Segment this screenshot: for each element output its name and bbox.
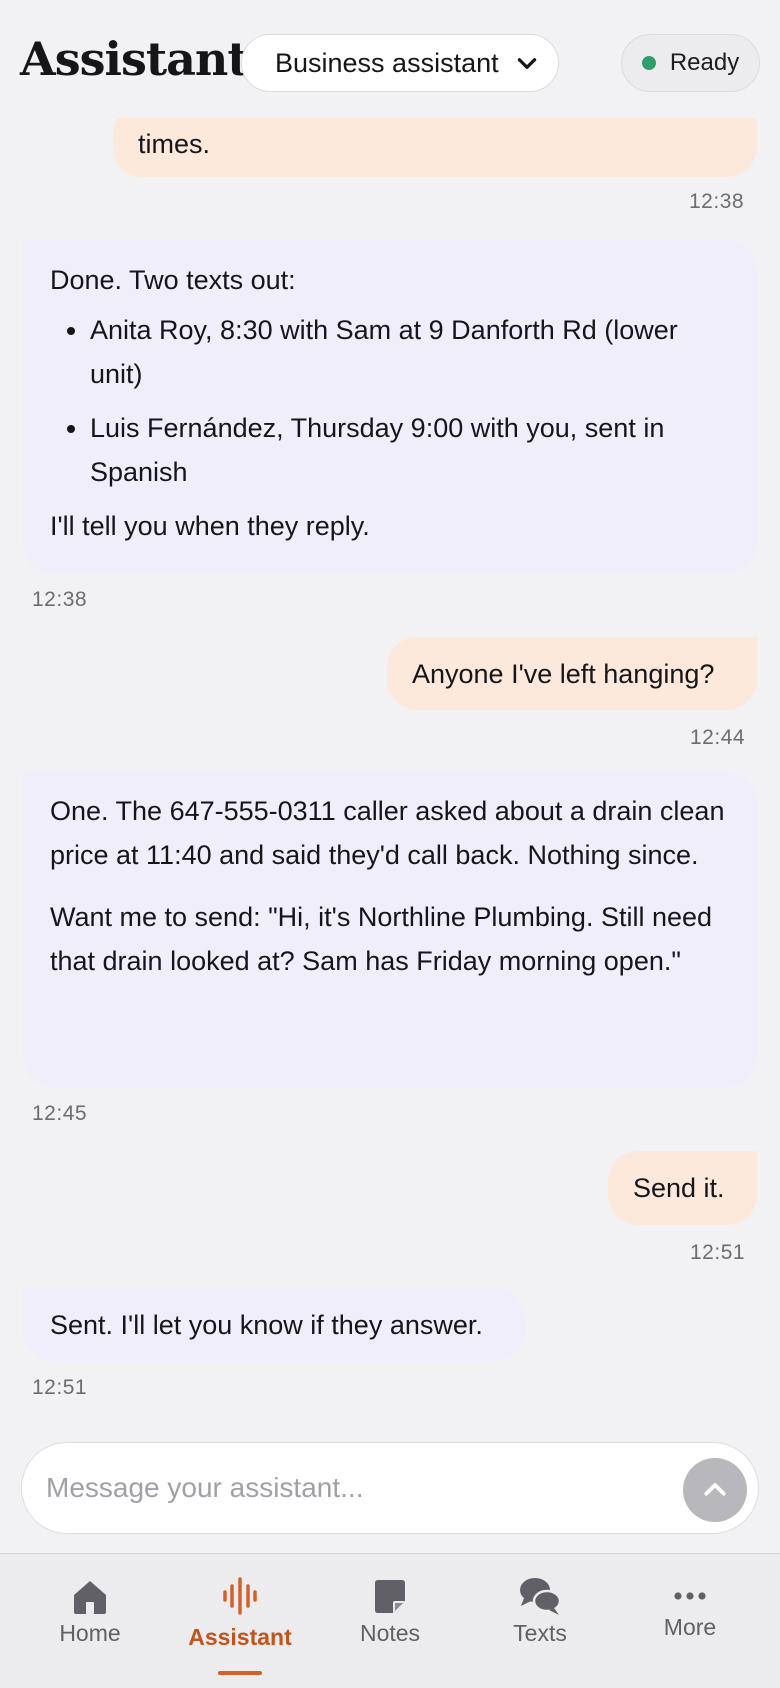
message-text: I'll tell you when they reply.: [50, 511, 370, 541]
message-text: Done. Two texts out:: [50, 265, 296, 295]
message-text: Anyone I've left hanging?: [412, 659, 715, 689]
status-label: Ready: [669, 49, 740, 76]
home-icon: [74, 1581, 106, 1614]
app-header: Assistant Business assistant Ready: [0, 0, 780, 118]
list-item: Luis Fernández, Thursday 9:00 with you, …: [90, 406, 731, 494]
assistant-mode-select[interactable]: Business assistant: [241, 34, 559, 92]
nav-item-notes[interactable]: Notes: [315, 1554, 465, 1688]
nav-label: Texts: [513, 1620, 567, 1646]
assistant-message: One. The 647-555-0311 caller asked about…: [23, 772, 757, 1087]
message-text: Send it.: [633, 1173, 725, 1203]
chat-transcript[interactable]: times. 12:38 Done. Two texts out: Anita …: [0, 0, 780, 1440]
nav-item-texts[interactable]: Texts: [465, 1554, 615, 1688]
nav-label: More: [663, 1614, 717, 1640]
message-text: Want me to send: "Hi, it's Northline Plu…: [50, 902, 713, 976]
active-indicator: [218, 1671, 262, 1675]
chat-bubbles-icon: [520, 1578, 562, 1615]
message-composer: [21, 1442, 759, 1534]
message-text: One. The 647-555-0311 caller asked about…: [50, 796, 725, 870]
message-list: Anita Roy, 8:30 with Sam at 9 Danforth R…: [50, 308, 731, 494]
user-message: Anyone I've left hanging?: [387, 637, 757, 710]
assistant-message: Done. Two texts out: Anita Roy, 8:30 wit…: [23, 239, 757, 574]
bottom-nav: Home Assistant Notes Texts More: [0, 1553, 780, 1688]
nav-item-assistant[interactable]: Assistant: [165, 1554, 315, 1688]
list-item: Anita Roy, 8:30 with Sam at 9 Danforth R…: [90, 308, 731, 396]
user-message: Send it.: [608, 1151, 757, 1225]
note-icon: [375, 1580, 405, 1613]
nav-item-home[interactable]: Home: [15, 1554, 165, 1688]
nav-item-more[interactable]: More: [615, 1554, 765, 1688]
nav-label: Assistant: [188, 1624, 292, 1650]
chevron-down-icon: [517, 58, 537, 69]
page-title: Assistant: [20, 32, 249, 86]
arrow-up-icon: [704, 1483, 726, 1496]
nav-label: Notes: [359, 1620, 421, 1646]
more-dots-icon: [674, 1592, 706, 1600]
message-text: times.: [138, 129, 211, 159]
message-time: 12:45: [32, 1102, 88, 1125]
message-time: 12:38: [32, 588, 88, 611]
waveform-icon: [223, 1577, 257, 1615]
send-button[interactable]: [683, 1458, 747, 1522]
assistant-message: Sent. I'll let you know if they answer.: [23, 1288, 525, 1361]
status-dot-icon: [641, 56, 656, 70]
message-time: 12:44: [690, 726, 746, 749]
message-time: 12:51: [690, 1241, 746, 1264]
app-root: times. 12:38 Done. Two texts out: Anita …: [0, 0, 780, 1688]
status-badge: Ready: [621, 34, 760, 92]
mode-select-value: Business assistant: [275, 47, 499, 78]
nav-label: Home: [59, 1620, 121, 1646]
message-text: Sent. I'll let you know if they answer.: [50, 1310, 483, 1340]
message-input[interactable]: [46, 1461, 646, 1515]
message-time: 12:51: [32, 1376, 88, 1399]
message-time: 12:38: [689, 190, 745, 213]
